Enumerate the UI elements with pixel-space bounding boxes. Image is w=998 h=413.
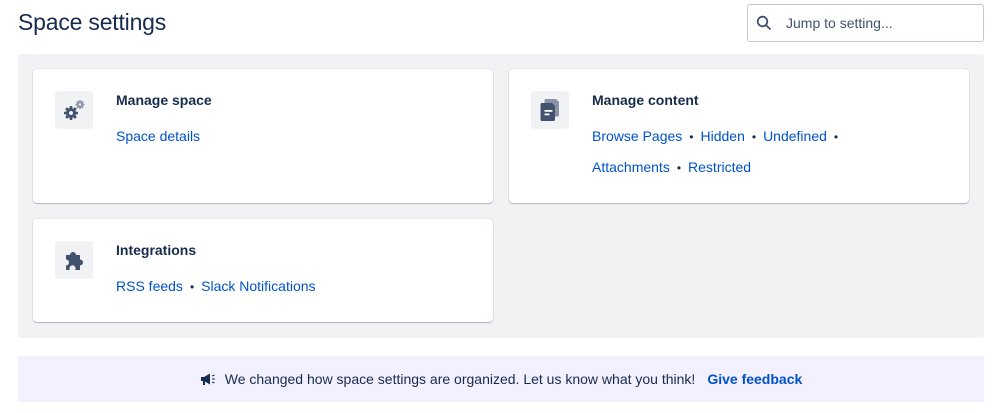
puzzle-piece-icon — [55, 241, 93, 279]
gears-icon — [55, 91, 93, 129]
manage-content-title: Manage content — [592, 92, 699, 108]
search-icon — [756, 15, 771, 30]
link-separator: • — [689, 130, 694, 144]
manage-content-card: Manage content Browse Pages • Hidden • Undef… — [509, 69, 969, 203]
hidden-link[interactable]: Hidden — [700, 128, 744, 144]
browse-pages-link[interactable]: Browse Pages — [592, 128, 682, 144]
give-feedback-link[interactable]: Give feedback — [707, 371, 802, 387]
rss-feeds-link[interactable]: RSS feeds — [116, 278, 183, 294]
integrations-title: Integrations — [116, 242, 197, 258]
settings-panel: Manage space Space details Manage conten… — [18, 54, 984, 338]
link-separator: • — [189, 280, 195, 294]
integrations-links: RSS feeds • Slack Notifications — [116, 271, 476, 302]
page-title: Space settings — [18, 9, 167, 35]
slack-notifications-link[interactable]: Slack Notifications — [201, 278, 315, 294]
banner-message: We changed how space settings are organi… — [224, 371, 696, 387]
feedback-banner: We changed how space settings are organi… — [18, 356, 984, 402]
document-icon — [531, 91, 569, 129]
manage-space-card: Manage space Space details — [33, 69, 493, 203]
manage-space-links: Space details — [116, 121, 476, 151]
space-details-link[interactable]: Space details — [116, 128, 200, 144]
jump-to-setting-search[interactable] — [747, 4, 984, 42]
integrations-card: Integrations RSS feeds • Slack Notificatio… — [33, 219, 493, 322]
link-separator: • — [676, 161, 682, 175]
manage-space-title: Manage space — [116, 92, 212, 108]
link-separator: • — [833, 130, 839, 144]
megaphone-icon — [200, 373, 215, 385]
search-input[interactable] — [786, 15, 966, 31]
space-settings-page: Space settings Jump to setting... Manage… — [0, 0, 998, 413]
restricted-link[interactable]: Restricted — [688, 159, 751, 175]
link-separator: • — [751, 130, 757, 144]
attachments-link[interactable]: Attachments — [592, 159, 670, 175]
undefined-link[interactable]: Undefined — [763, 128, 827, 144]
manage-content-links: Browse Pages • Hidden • Undefined • Attachment… — [592, 121, 952, 183]
